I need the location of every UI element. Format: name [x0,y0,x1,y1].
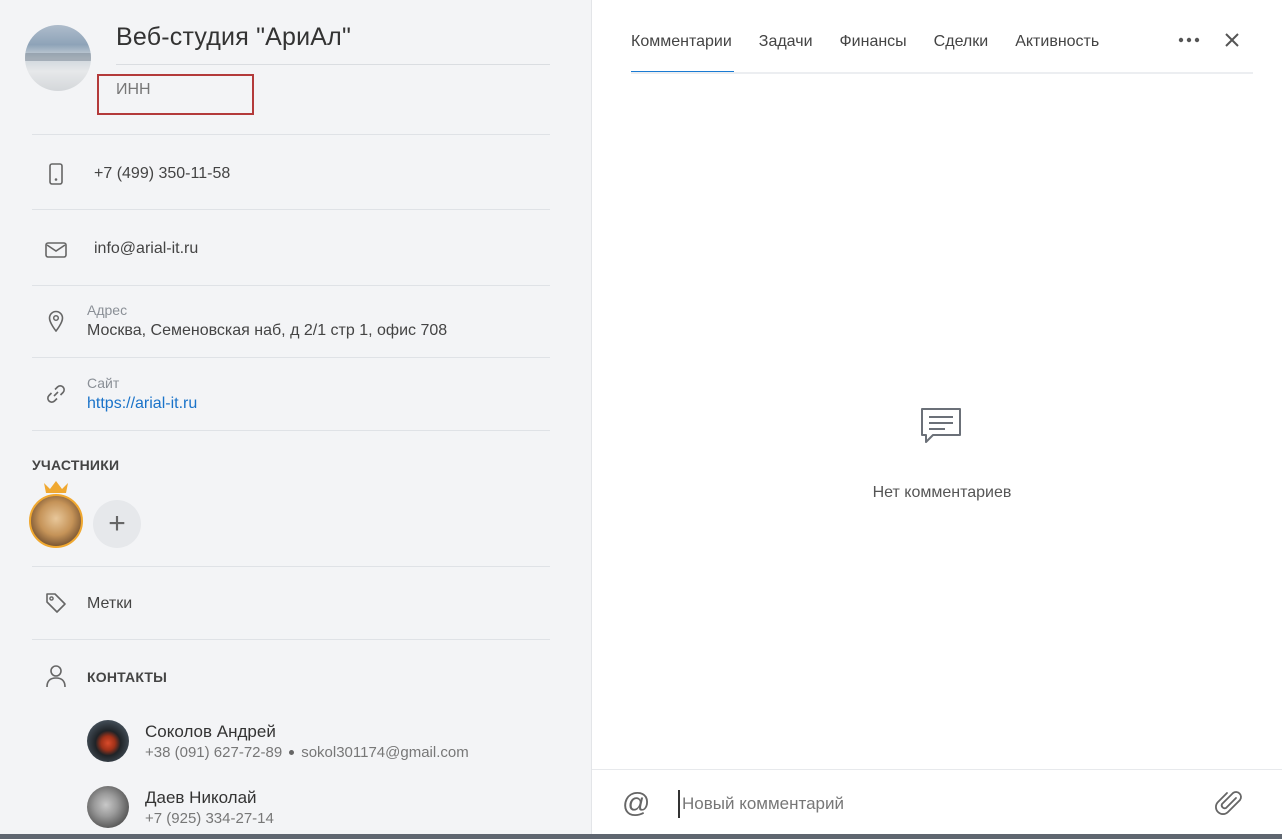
name-underline [116,64,550,65]
mail-icon [43,237,69,263]
tab-activity[interactable]: Активность [1015,30,1099,72]
site-caption: Сайт [87,375,120,391]
phone-value[interactable]: +7 (499) 350-11-58 [94,165,230,183]
address-value[interactable]: Москва, Семеновская наб, д 2/1 стр 1, оф… [87,322,447,340]
new-comment-input[interactable] [678,790,1198,818]
divider [32,430,550,431]
phone-icon [43,161,69,187]
divider [32,357,550,358]
divider [32,134,550,135]
contact-avatar[interactable] [87,786,129,828]
add-participant-button[interactable]: + [93,500,141,548]
tabs-underline [631,72,1253,74]
contact-phone[interactable]: +7 (925) 334-27-14 [145,810,274,827]
inn-field[interactable]: ИНН [116,81,151,99]
participant-avatar[interactable] [29,494,83,548]
tags-label[interactable]: Метки [87,595,132,613]
window-bottom-edge [0,834,1282,839]
empty-state-text: Нет комментариев [872,484,1012,501]
tab-finances[interactable]: Финансы [840,30,907,72]
divider [32,566,550,567]
more-options-icon[interactable] [1175,28,1203,52]
close-icon[interactable] [1220,28,1244,52]
contact-name[interactable]: Даев Николай [145,788,257,808]
link-icon [43,381,69,407]
divider [32,285,550,286]
contact-name[interactable]: Соколов Андрей [145,722,276,742]
comment-composer: @ [592,769,1282,835]
contact-avatar[interactable] [87,720,129,762]
contact-details: +38 (091) 627-72-89 sokol301174@gmail.com [145,744,469,761]
company-card-panel: Веб-студия "АриАл" ИНН +7 (499) 350-11-5… [0,0,592,839]
contacts-title: КОНТАКТЫ [87,669,168,685]
company-name[interactable]: Веб-студия "АриАл" [116,23,351,52]
company-avatar[interactable] [25,25,91,91]
contact-phone[interactable]: +38 (091) 627-72-89 [145,744,282,761]
participants-title: УЧАСТНИКИ [32,457,120,473]
divider [32,209,550,210]
tab-comments[interactable]: Комментарии [631,30,734,74]
tab-deals[interactable]: Сделки [934,30,989,72]
person-icon [43,663,69,689]
tag-icon [43,590,69,616]
separator-dot [289,750,295,755]
contact-email[interactable]: sokol301174@gmail.com [301,744,469,761]
paperclip-icon[interactable] [1214,788,1244,823]
tab-tasks[interactable]: Задачи [759,30,813,72]
activity-panel: Комментарии Задачи Финансы Сделки Активн… [592,0,1282,839]
divider [32,639,550,640]
location-pin-icon [43,308,69,334]
tab-bar: Комментарии Задачи Финансы Сделки Активн… [631,30,1126,74]
email-value[interactable]: info@arial-it.ru [94,240,198,258]
address-caption: Адрес [87,302,128,318]
mention-button[interactable]: @ [622,787,650,819]
comment-icon [919,406,963,451]
site-link[interactable]: https://arial-it.ru [87,395,197,413]
